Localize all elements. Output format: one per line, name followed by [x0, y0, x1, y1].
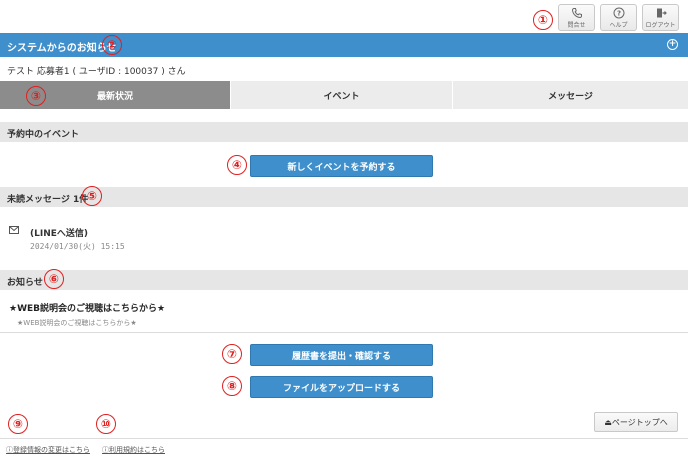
section-reserved-events: 予約中のイベント [0, 122, 688, 142]
logout-icon [654, 7, 668, 19]
tab-events[interactable]: イベント [231, 81, 453, 109]
main-tabs: 最新状況 イベント メッセージ [0, 81, 688, 109]
section-title: 未読メッセージ 1件 [7, 195, 89, 205]
contact-button[interactable]: 問合せ [558, 4, 595, 31]
callout-8: ⑧ [222, 376, 242, 396]
callout-6: ⑥ [44, 269, 64, 289]
callout-5: ⑤ [82, 186, 102, 206]
message-item-date: 2024/01/30(火) 15:15 [30, 242, 125, 251]
divider [0, 438, 688, 439]
section-title: 予約中のイベント [7, 130, 80, 140]
banner-title: システムからのお知らせ [7, 43, 117, 54]
logout-label: ログアウト [645, 21, 676, 29]
callout-2: ② [102, 35, 122, 55]
reserve-event-button[interactable]: 新しくイベントを予約する [250, 155, 433, 177]
phone-icon [570, 7, 584, 19]
change-registration-label: 登録情報の変更はこちら [13, 446, 90, 454]
logout-button[interactable]: ログアウト [642, 4, 679, 31]
help-icon: ? [612, 7, 626, 19]
callout-3: ③ [26, 86, 46, 106]
terms-link[interactable]: ⓘ利用規約はこちら [102, 445, 165, 455]
callout-10: ⑩ [96, 414, 116, 434]
section-notices: お知らせ [0, 270, 688, 290]
circle-arrow-icon: ⓘ [102, 446, 109, 454]
change-registration-link[interactable]: ⓘ登録情報の変更はこちら [6, 445, 90, 455]
svg-text:?: ? [616, 9, 620, 17]
callout-9: ⑨ [8, 414, 28, 434]
help-label: ヘルプ [609, 21, 628, 29]
submit-resume-button[interactable]: 履歴書を提出・確認する [250, 344, 433, 366]
section-title: お知らせ [7, 278, 43, 288]
envelope-icon [9, 226, 19, 234]
upload-file-button[interactable]: ファイルをアップロードする [250, 376, 433, 398]
message-item-title[interactable]: (LINEへ送信) [30, 226, 88, 239]
callout-1: ① [533, 10, 553, 30]
help-button[interactable]: ? ヘルプ [600, 4, 637, 31]
circle-arrow-icon: ⓘ [6, 446, 13, 454]
callout-7: ⑦ [222, 344, 242, 364]
section-unread-messages: 未読メッセージ 1件 [0, 187, 688, 207]
tab-messages[interactable]: メッセージ [453, 81, 688, 109]
page-top-button[interactable]: ⏏ページトップへ [594, 412, 678, 432]
notice-item-subtitle: ★WEB説明会のご視聴はこちらから★ [17, 319, 137, 327]
divider [0, 332, 688, 333]
plus-circle-icon[interactable]: + [667, 39, 678, 50]
top-bar: 問合せ ? ヘルプ ログアウト [0, 0, 688, 33]
notice-item-title[interactable]: ★WEB説明会のご視聴はこちらから★ [9, 301, 165, 314]
contact-label: 問合せ [567, 21, 586, 29]
callout-4: ④ [227, 155, 247, 175]
user-greeting: テスト 応募者1 ( ユーザID : 100037 ) さん [7, 67, 186, 77]
terms-label: 利用規約はこちら [109, 446, 165, 454]
